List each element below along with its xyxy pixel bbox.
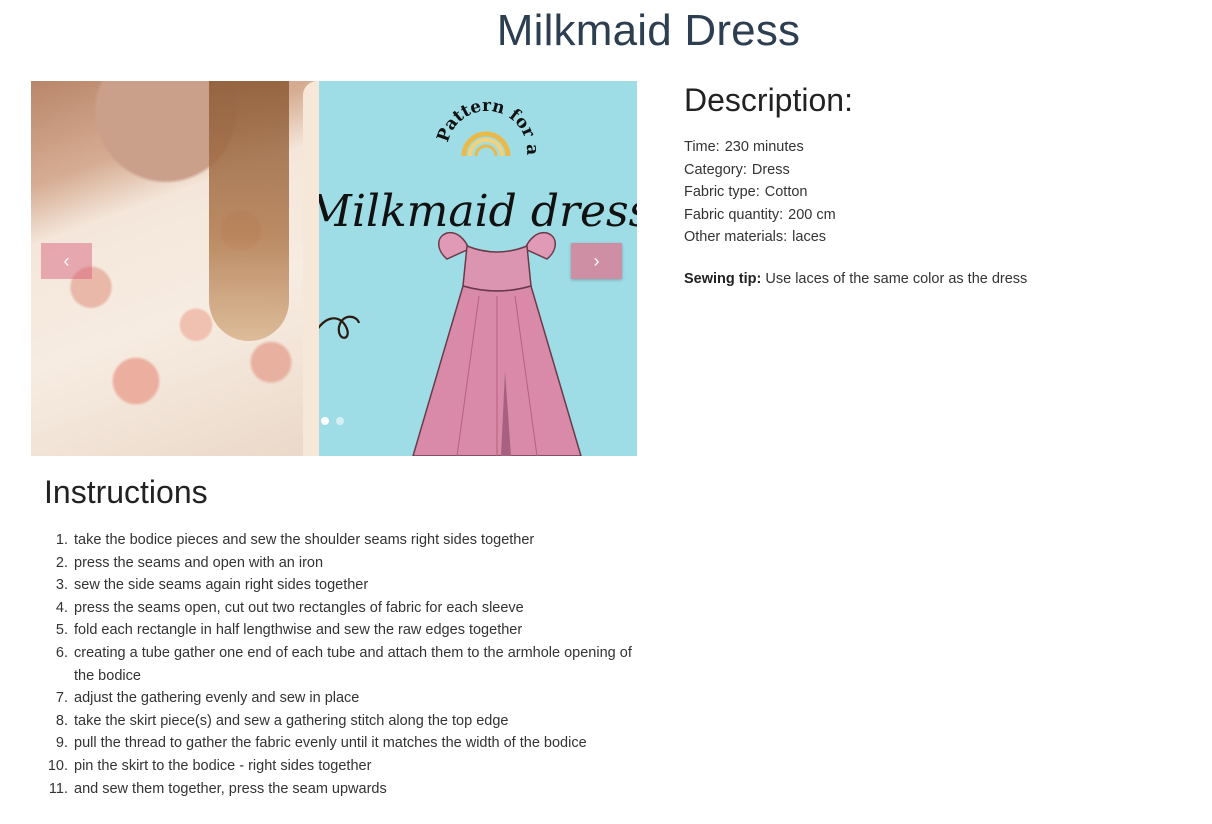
step-text: take the skirt piece(s) and sew a gather… bbox=[74, 712, 509, 729]
description-label: Category: bbox=[684, 161, 747, 178]
step-number: 7. bbox=[55, 690, 68, 707]
step-text: press the seams and open with an iron bbox=[74, 554, 324, 571]
instructions-section: Instructions 1. take the bodice pieces an… bbox=[44, 474, 644, 800]
carousel-dot-2[interactable] bbox=[336, 417, 344, 425]
curly-arrow-icon bbox=[309, 315, 361, 344]
chevron-right-icon: › bbox=[593, 251, 600, 271]
description-label: Time: bbox=[684, 139, 720, 155]
description-row: Time: 230 minutes bbox=[684, 136, 1027, 159]
carousel-next-button[interactable]: › bbox=[571, 243, 622, 279]
step-text: pin the skirt to the bodice - right side… bbox=[74, 757, 372, 774]
step-number: 6. bbox=[55, 644, 68, 661]
instruction-step: 8. take the skirt piece(s) and sew a gath… bbox=[44, 710, 644, 733]
photo-hair bbox=[209, 81, 289, 341]
description-label: Fabric quantity: bbox=[684, 206, 784, 223]
step-text: creating a tube gather one end of each t… bbox=[74, 644, 632, 684]
instruction-step: 3. sew the side seams again right sides t… bbox=[44, 574, 644, 597]
description-label: Other materials: bbox=[684, 229, 788, 246]
step-number: 11. bbox=[48, 780, 68, 797]
instructions-list: 1. take the bodice pieces and sew the sho… bbox=[44, 529, 644, 800]
step-number: 10. bbox=[47, 757, 68, 774]
photo-frame-border bbox=[303, 81, 319, 456]
chevron-left-icon: ‹ bbox=[63, 251, 70, 271]
description-details: Time: 230 minutes Category: Dress Fabric typ… bbox=[684, 136, 1027, 249]
description-row: Other materials: laces bbox=[684, 226, 1027, 249]
instruction-step: 11. and sew them together, press the seam… bbox=[44, 778, 644, 801]
sewing-tip: Sewing tip: Use laces of the same color … bbox=[684, 271, 1027, 287]
step-text: pull the thread to gather the fabric eve… bbox=[74, 735, 587, 752]
instruction-step: 7. adjust the gathering evenly and sew in… bbox=[44, 687, 644, 710]
step-text: and sew them together, press the seam up… bbox=[74, 780, 387, 797]
description-label: Fabric type: bbox=[684, 184, 760, 201]
instruction-step: 9. pull the thread to gather the fabric e… bbox=[44, 732, 644, 755]
step-text: take the bodice pieces and sew the shoul… bbox=[74, 532, 535, 548]
step-number: 2. bbox=[55, 554, 68, 571]
instruction-step: 2. press the seams and open with an iron bbox=[44, 552, 644, 575]
step-text: adjust the gathering evenly and sew in p… bbox=[74, 690, 360, 707]
pattern-brand-text: Pattern for all bbox=[319, 81, 542, 155]
instruction-step: 4. press the seams open, cut out two rect… bbox=[44, 597, 644, 620]
step-text: sew the side seams again right sides tog… bbox=[74, 577, 369, 594]
description-row: Fabric type: Cotton bbox=[684, 181, 1027, 204]
description-heading: Description: bbox=[684, 82, 853, 118]
description-row: Category: Dress bbox=[684, 159, 1027, 182]
step-text: press the seams open, cut out two rectan… bbox=[74, 599, 524, 616]
page-title: Milkmaid Dress bbox=[496, 6, 801, 55]
description-section: Description: Time: 230 minutes Category: Dr… bbox=[684, 82, 1027, 287]
instruction-step: 10. pin the skirt to the bodice - right s… bbox=[44, 755, 644, 778]
carousel-indicators bbox=[321, 417, 344, 425]
sewing-tip-label: Sewing tip: bbox=[684, 270, 762, 287]
step-number: 3. bbox=[55, 577, 68, 594]
description-row: Fabric quantity: 200 cm bbox=[684, 204, 1027, 227]
description-value: Cotton bbox=[764, 184, 808, 201]
rainbow-logo-icon bbox=[461, 131, 511, 157]
dress-illustration-icon bbox=[412, 231, 582, 456]
step-number: 4. bbox=[55, 599, 68, 616]
step-number: 8. bbox=[55, 712, 68, 729]
step-number: 5. bbox=[55, 622, 68, 639]
instruction-step: 1. take the bodice pieces and sew the sho… bbox=[44, 529, 644, 552]
description-value: Dress bbox=[751, 161, 790, 178]
step-text: fold each rectangle in half lengthwise a… bbox=[74, 622, 523, 639]
step-number: 9. bbox=[55, 735, 68, 752]
description-value: 230 minutes bbox=[724, 139, 804, 155]
image-carousel[interactable]: Pattern for all Milkmaid dress ‹ › bbox=[31, 81, 637, 456]
description-value: laces bbox=[792, 229, 827, 246]
description-value: 200 cm bbox=[788, 206, 836, 223]
carousel-prev-button[interactable]: ‹ bbox=[41, 243, 92, 279]
instruction-step: 6. creating a tube gather one end of each… bbox=[44, 642, 644, 687]
carousel-dot-1[interactable] bbox=[321, 417, 329, 425]
instructions-heading: Instructions bbox=[44, 474, 208, 510]
pattern-title-text: Milkmaid dress bbox=[319, 186, 637, 237]
step-number: 1. bbox=[55, 532, 68, 548]
instruction-step: 5. fold each rectangle in half lengthwise… bbox=[44, 619, 644, 642]
sewing-tip-text: Use laces of the same color as the dress bbox=[765, 270, 1028, 287]
